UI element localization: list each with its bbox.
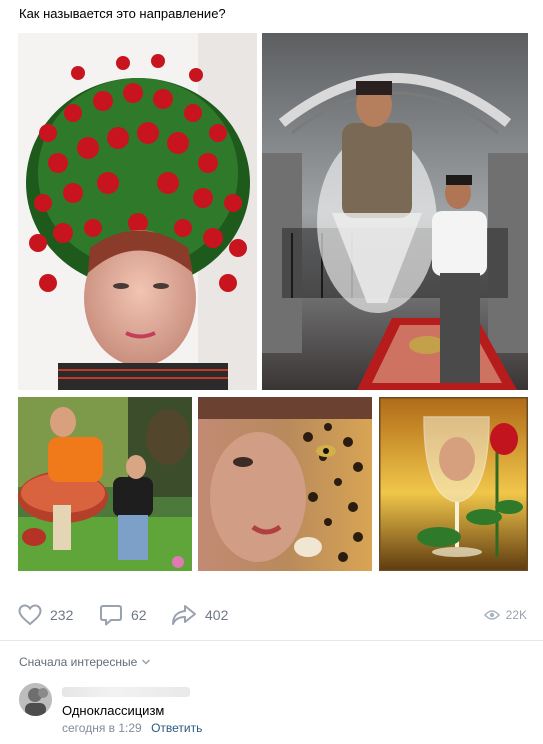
views-counter: 22K bbox=[483, 608, 527, 622]
photo-rose-wreath-woman[interactable] bbox=[18, 33, 257, 390]
share-count: 402 bbox=[205, 607, 229, 623]
heart-icon bbox=[18, 604, 42, 626]
comment-item: Одноклассицизм сегодня в 1:29 Ответить bbox=[19, 683, 529, 739]
avatar[interactable] bbox=[19, 683, 52, 716]
like-count: 232 bbox=[50, 607, 74, 623]
chevron-down-icon bbox=[142, 659, 151, 665]
comment-time: сегодня в 1:29 bbox=[62, 721, 142, 735]
photo-mushroom-forest[interactable] bbox=[18, 397, 192, 571]
like-button[interactable]: 232 bbox=[18, 604, 73, 626]
photo-wine-glass-rose[interactable] bbox=[379, 397, 528, 571]
eye-icon bbox=[483, 610, 500, 620]
comment-author-redacted bbox=[62, 683, 192, 699]
divider bbox=[0, 640, 543, 641]
comment-meta: сегодня в 1:29 Ответить bbox=[62, 721, 202, 735]
photo-grid bbox=[0, 0, 543, 590]
comments-sort-dropdown[interactable]: Сначала интересные bbox=[19, 655, 151, 669]
comment-text: Одноклассицизм bbox=[62, 703, 165, 718]
comment-button[interactable]: 62 bbox=[99, 604, 147, 626]
share-arrow-icon bbox=[172, 605, 196, 625]
photo-genie-palace[interactable] bbox=[262, 33, 528, 390]
share-button[interactable]: 402 bbox=[171, 604, 228, 626]
views-count: 22K bbox=[505, 608, 527, 622]
reply-link[interactable]: Ответить bbox=[151, 721, 202, 735]
comment-icon bbox=[100, 605, 122, 626]
sort-label: Сначала интересные bbox=[19, 655, 138, 669]
redacted-name-blur bbox=[62, 687, 190, 697]
comment-count: 62 bbox=[131, 607, 147, 623]
photo-woman-leopard[interactable] bbox=[198, 397, 372, 571]
post-actions-bar: 232 62 402 22K bbox=[0, 600, 543, 632]
